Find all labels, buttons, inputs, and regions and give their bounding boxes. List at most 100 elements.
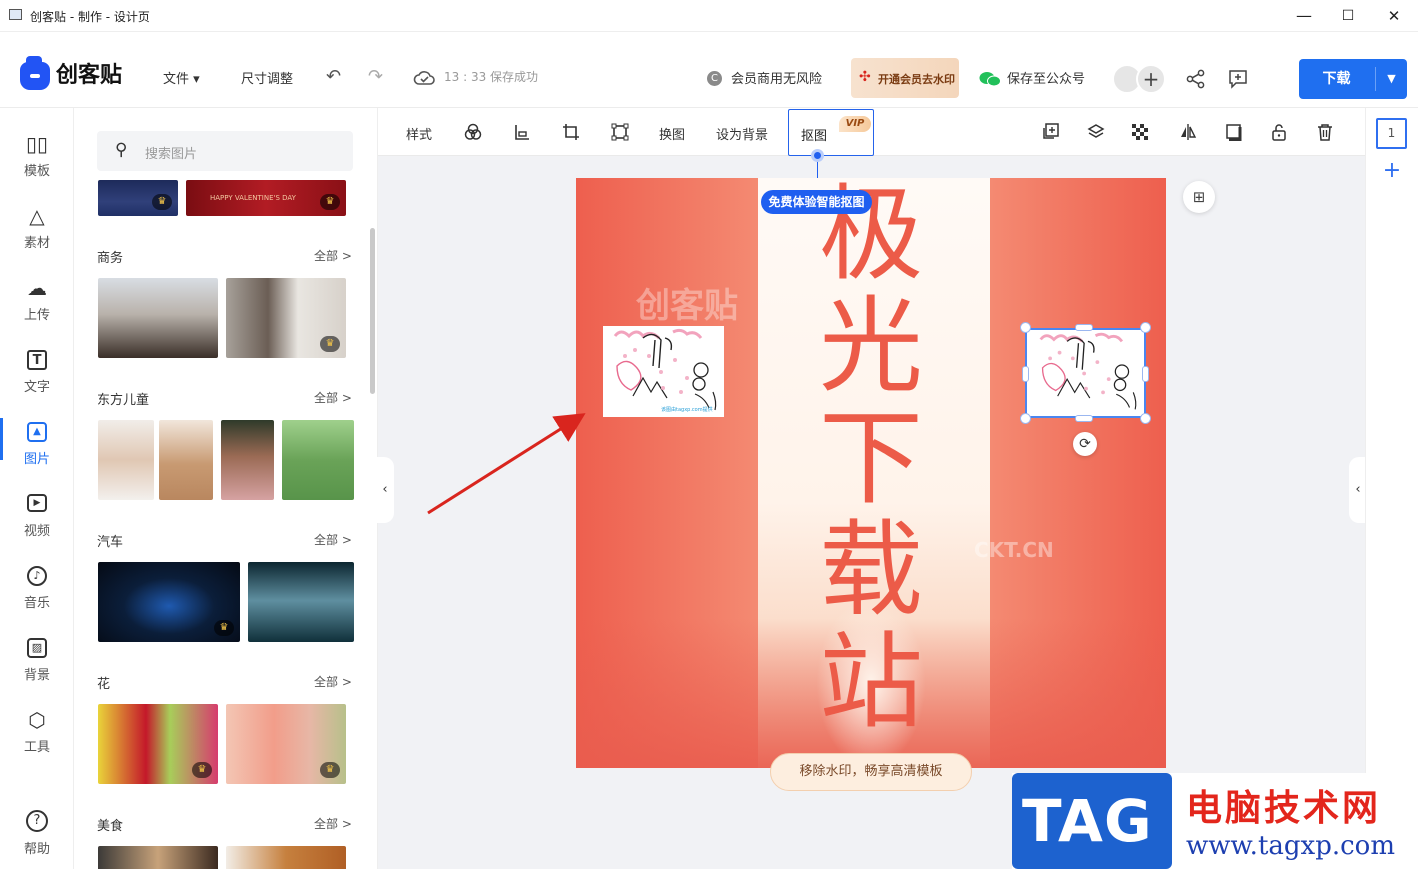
- commercial-link[interactable]: 会员商用无风险: [731, 68, 822, 87]
- lock-icon[interactable]: [1271, 123, 1287, 141]
- window-titlebar: 创客贴 - 制作 - 设计页 — ☐ ✕: [0, 0, 1418, 32]
- close-button[interactable]: ✕: [1384, 6, 1404, 26]
- design-poster[interactable]: 创客贴 CKT.CN 极 光 下 载 站 该图由tagxp.com提供: [576, 178, 1166, 768]
- watermark-url: CKT.CN: [974, 538, 1054, 562]
- resize-handle[interactable]: [1140, 413, 1151, 424]
- category-all-link[interactable]: 全部 >: [314, 531, 352, 548]
- add-page-icon[interactable]: +: [1381, 160, 1403, 182]
- crown-icon: ♛: [152, 194, 172, 210]
- collaborators[interactable]: +: [1112, 64, 1166, 94]
- share-icon[interactable]: [1186, 69, 1206, 89]
- image-thumb[interactable]: [98, 846, 218, 869]
- nav-text[interactable]: T 文字: [0, 338, 74, 410]
- resize-button[interactable]: 尺寸调整: [241, 68, 293, 87]
- nav-music[interactable]: ♪ 音乐: [0, 554, 74, 626]
- image-thumb[interactable]: ♛: [226, 704, 346, 784]
- nav-image[interactable]: ▲ 图片: [0, 410, 74, 482]
- collapse-left-panel-chevron-icon[interactable]: ‹: [376, 457, 394, 523]
- flip-icon[interactable]: [1179, 123, 1197, 141]
- shadow-icon[interactable]: [1225, 123, 1243, 141]
- duplicate-icon[interactable]: [1041, 123, 1059, 141]
- nav-upload[interactable]: ☁ 上传: [0, 266, 74, 338]
- poster-char: 载: [818, 509, 923, 631]
- category-all-link[interactable]: 全部 >: [314, 673, 352, 690]
- image-thumb[interactable]: ♛: [98, 562, 240, 642]
- download-options-chevron-icon[interactable]: ▼: [1376, 59, 1407, 99]
- elements-icon: △: [29, 204, 45, 228]
- image-thumb[interactable]: [159, 420, 213, 500]
- wechat-icon: [979, 72, 1001, 87]
- selection-box[interactable]: [1025, 328, 1146, 418]
- cutout-button[interactable]: 抠图 VIP: [788, 109, 874, 156]
- image-thumb[interactable]: [98, 420, 154, 500]
- transparency-icon[interactable]: [1132, 124, 1148, 140]
- tip-dot: [811, 149, 824, 162]
- maximize-button[interactable]: ☐: [1338, 6, 1358, 26]
- add-collaborator-icon[interactable]: +: [1136, 64, 1166, 94]
- image-search-input[interactable]: ⚲ 搜索图片: [97, 131, 353, 171]
- poster-headline[interactable]: 极 光 下 载 站: [811, 178, 931, 738]
- category-all-link[interactable]: 全部 >: [314, 389, 352, 406]
- resize-handle[interactable]: [1020, 413, 1031, 424]
- smart-cutout-tip[interactable]: 免费体验智能抠图: [761, 190, 872, 214]
- image-thumb[interactable]: HAPPY VALENTINE'S DAY ♛: [186, 180, 346, 216]
- resize-handle[interactable]: [1140, 322, 1151, 333]
- delete-icon[interactable]: [1316, 123, 1334, 141]
- filter-icon[interactable]: [464, 123, 482, 141]
- resize-handle[interactable]: [1075, 415, 1093, 422]
- adjust-icon[interactable]: [513, 123, 531, 141]
- sticker-image[interactable]: 该图由tagxp.com提供: [603, 326, 724, 417]
- replace-image-button[interactable]: 换图: [659, 124, 685, 143]
- resize-handle[interactable]: [1020, 322, 1031, 333]
- nav-help[interactable]: ? 帮助: [0, 800, 74, 872]
- text-icon: T: [27, 350, 47, 370]
- panel-scrollbar[interactable]: [370, 228, 375, 394]
- poster-char: 站: [818, 621, 923, 743]
- image-thumb[interactable]: ♛: [98, 704, 218, 784]
- image-thumb[interactable]: ♛: [98, 180, 178, 216]
- category-all-link[interactable]: 全部 >: [314, 815, 352, 832]
- page-thumbnail[interactable]: 1: [1376, 118, 1407, 149]
- cloud-saved-icon: [413, 71, 435, 85]
- layers-icon[interactable]: [1087, 123, 1105, 141]
- banner-text: HAPPY VALENTINE'S DAY: [210, 194, 296, 202]
- remove-watermark-button[interactable]: 移除水印，畅享高清模板: [770, 753, 972, 791]
- resize-handle[interactable]: [1075, 324, 1093, 331]
- style-button[interactable]: 样式: [406, 124, 432, 143]
- app-window-icon: [9, 9, 22, 20]
- nav-tools[interactable]: ⬡ 工具: [0, 698, 74, 770]
- set-as-background-button[interactable]: 设为背景: [716, 124, 768, 143]
- image-library-panel: ⚲ 搜索图片 ♛ HAPPY VALENTINE'S DAY ♛ 商务 全部 >…: [74, 108, 378, 869]
- logo-text: 创客贴: [56, 63, 123, 88]
- resize-handle[interactable]: [1022, 366, 1029, 382]
- canvas-comment-icon[interactable]: ⊞: [1183, 181, 1215, 213]
- background-icon: ▨: [27, 638, 47, 658]
- left-nav: ▯▯ 模板 △ 素材 ☁ 上传 T 文字 ▲ 图片 ▶ 视频 ♪ 音乐 ▨ 背景 ⬡ 工具 ? 帮助: [0, 108, 74, 869]
- nav-elements[interactable]: △ 素材: [0, 194, 74, 266]
- image-thumb[interactable]: ♛: [226, 278, 346, 358]
- nav-background[interactable]: ▨ 背景: [0, 626, 74, 698]
- mask-frame-icon[interactable]: [611, 123, 629, 141]
- undo-icon[interactable]: ↶: [326, 66, 341, 87]
- resize-handle[interactable]: [1142, 366, 1149, 382]
- image-thumb[interactable]: [282, 420, 354, 500]
- minimize-button[interactable]: —: [1294, 6, 1314, 26]
- save-to-wechat-button[interactable]: 保存至公众号: [1007, 68, 1085, 87]
- nav-template[interactable]: ▯▯ 模板: [0, 122, 74, 194]
- image-thumb[interactable]: [221, 420, 274, 500]
- vip-remove-watermark-button[interactable]: ✣ 开通会员去水印: [851, 58, 959, 98]
- file-menu[interactable]: 文件 ▾: [163, 68, 200, 87]
- image-thumb[interactable]: [248, 562, 354, 642]
- redo-icon[interactable]: ↷: [368, 66, 383, 87]
- crop-icon[interactable]: [562, 123, 580, 141]
- category-all-link[interactable]: 全部 >: [314, 247, 352, 264]
- image-icon: ▲: [27, 422, 47, 442]
- rotate-icon[interactable]: ⟳: [1073, 432, 1097, 456]
- nav-video[interactable]: ▶ 视频: [0, 482, 74, 554]
- search-placeholder: 搜索图片: [145, 147, 198, 162]
- comment-add-icon[interactable]: [1227, 68, 1249, 90]
- download-button[interactable]: 下载 ▼: [1299, 59, 1407, 99]
- image-thumb[interactable]: [226, 846, 346, 869]
- image-thumb[interactable]: [98, 278, 218, 358]
- window-title: 创客贴 - 制作 - 设计页: [30, 10, 150, 24]
